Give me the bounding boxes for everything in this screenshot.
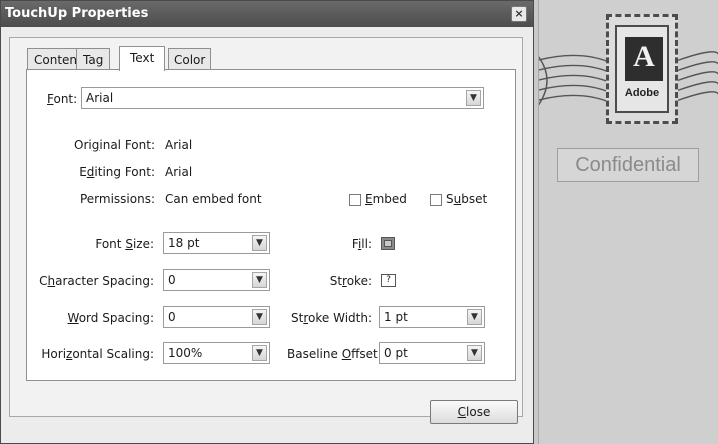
fill-color-swatch-icon[interactable] [381,237,395,250]
subset-label: Subset [446,192,488,206]
chevron-down-icon: ▼ [252,309,267,325]
original-font-label: Original Font: [74,138,155,152]
baseline-offset-label: Baseline Offset: [287,347,382,361]
chevron-down-icon: ▼ [466,90,481,106]
font-select-value: Arial [86,91,114,105]
font-label: Font: [47,92,78,106]
chevron-down-icon: ▼ [252,235,267,251]
editing-font-value: Arial [165,165,193,179]
close-button[interactable]: Close [430,400,518,424]
font-size-label: Font Size: [95,237,154,251]
tab-tag[interactable]: Tag [76,48,111,70]
character-spacing-select[interactable]: 0 ▼ [163,269,270,291]
baseline-offset-select[interactable]: 0 pt ▼ [379,342,485,364]
adobe-logo-text: Adobe [624,87,660,99]
embed-checkbox[interactable] [349,194,361,206]
adobe-logo-letter: A [633,40,655,73]
adobe-stamp: A Adobe [606,14,678,124]
word-spacing-select[interactable]: 0 ▼ [163,306,270,328]
chevron-down-icon: ▼ [252,345,267,361]
font-size-value: 18 pt [168,236,200,250]
stroke-width-select[interactable]: 1 pt ▼ [379,306,485,328]
dialog-title: TouchUp Properties [5,6,149,21]
adobe-logo-icon: A [625,37,663,81]
character-spacing-value: 0 [168,273,176,287]
editing-font-label: Editing Font: [79,165,155,179]
stroke-width-label: Stroke Width: [291,311,372,325]
word-spacing-value: 0 [168,310,176,324]
stamp-frame: A Adobe [615,25,669,113]
stroke-none-icon[interactable]: ? [381,274,396,287]
baseline-offset-value: 0 pt [384,346,408,360]
word-spacing-label: Word Spacing: [67,311,154,325]
permissions-label: Permissions: [79,192,155,206]
tab-text[interactable]: Text [119,46,166,71]
chevron-down-icon: ▼ [467,345,482,361]
chevron-down-icon: ▼ [467,309,482,325]
subset-checkbox[interactable] [430,194,442,206]
confidential-watermark: Confidential [557,148,699,182]
tab-color[interactable]: Color [168,48,212,70]
original-font-value: Arial [165,138,193,152]
font-size-select[interactable]: 18 pt ▼ [163,232,270,254]
document-page: A Adobe Confidential [538,0,718,444]
text-tab-panel: Font: Arial ▼ Original Font: Arial Editi… [26,69,516,381]
stamp-area: A Adobe [539,0,718,140]
close-icon[interactable]: × [511,6,527,22]
permissions-value: Can embed font [165,192,262,206]
horizontal-scaling-label: Horizontal Scaling: [41,347,154,361]
horizontal-scaling-value: 100% [168,346,203,360]
stroke-width-value: 1 pt [384,310,408,324]
dialog-titlebar: TouchUp Properties × [1,1,533,27]
font-select[interactable]: Arial ▼ [81,87,484,109]
horizontal-scaling-select[interactable]: 100% ▼ [163,342,270,364]
chevron-down-icon: ▼ [252,272,267,288]
character-spacing-label: Character Spacing: [39,274,154,288]
embed-label: Embed [365,192,407,206]
fill-label: Fill: [351,237,372,251]
stroke-label: Stroke: [329,274,372,288]
touchup-properties-dialog: TouchUp Properties × Content Tag Text Co… [0,0,534,444]
